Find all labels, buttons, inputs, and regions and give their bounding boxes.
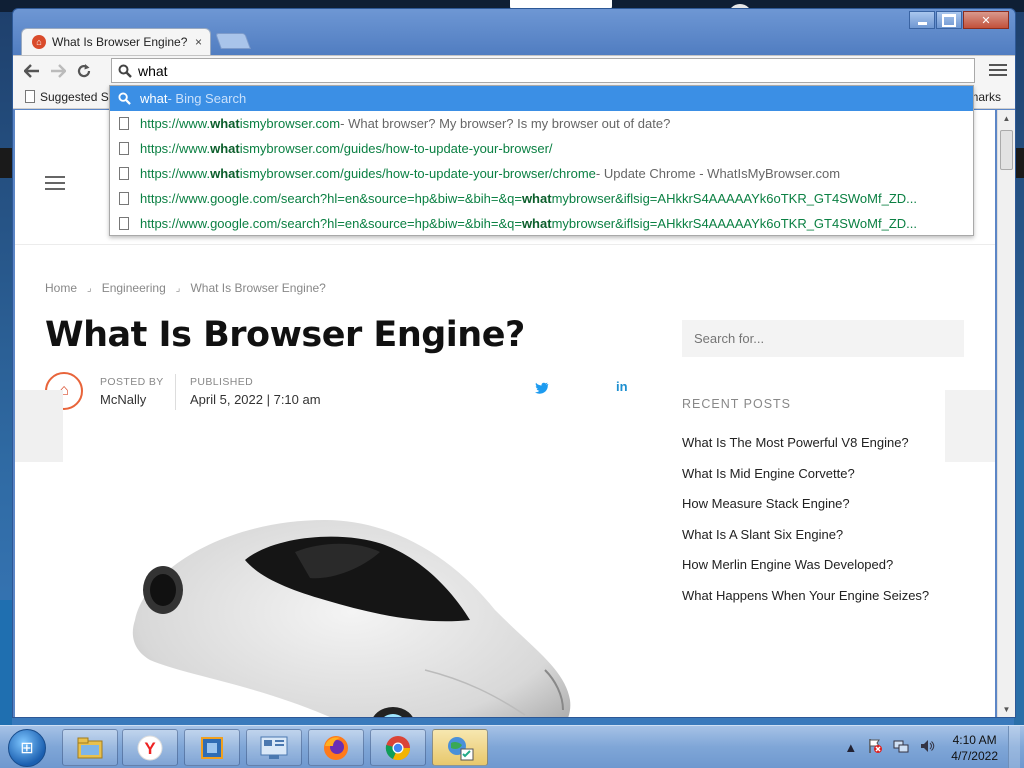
- prev-post-arrow[interactable]: [15, 390, 63, 462]
- clock-time: 4:10 AM: [952, 732, 997, 747]
- network-icon[interactable]: [893, 738, 909, 757]
- breadcrumb-separator-icon: ⌟: [175, 282, 181, 294]
- forward-arrow-icon: [51, 63, 66, 78]
- breadcrumb-engineering[interactable]: Engineering: [102, 281, 166, 295]
- action-center-flag-icon[interactable]: [867, 738, 883, 757]
- window-controls: ✕: [909, 11, 1009, 29]
- recent-posts-list: What Is The Most Powerful V8 Engine? Wha…: [682, 435, 929, 619]
- virtualbox-icon[interactable]: [184, 729, 240, 766]
- volume-icon[interactable]: [919, 738, 935, 757]
- clock-date: 4/7/2022: [951, 748, 998, 763]
- hamburger-menu-icon[interactable]: [45, 176, 65, 190]
- twitter-icon[interactable]: [535, 382, 549, 397]
- show-desktop-button[interactable]: [1008, 726, 1020, 768]
- suggestion-url: https://www.whatismybrowser.com: [140, 116, 341, 131]
- new-tab-button[interactable]: [215, 33, 251, 49]
- tab-close-icon[interactable]: ×: [195, 35, 202, 49]
- recent-post-link[interactable]: What Happens When Your Engine Seizes?: [682, 588, 929, 619]
- search-icon: [118, 64, 132, 78]
- tab-title: What Is Browser Engine? –: [52, 35, 189, 49]
- start-button[interactable]: ⊞: [8, 729, 46, 767]
- page-icon: [116, 217, 132, 230]
- omnibox[interactable]: [111, 58, 975, 83]
- reload-icon: [77, 63, 91, 77]
- page-icon: [116, 142, 132, 155]
- chrome-menu-icon[interactable]: [989, 60, 1007, 80]
- suggestion-row[interactable]: https://www.whatismybrowser.com - What b…: [110, 111, 973, 136]
- linkedin-icon[interactable]: in: [616, 379, 628, 394]
- page-scrollbar[interactable]: ▲ ▼: [997, 110, 1015, 717]
- page-icon: [116, 167, 132, 180]
- recent-post-link[interactable]: How Measure Stack Engine?: [682, 496, 929, 527]
- site-favicon-icon: ⌂: [32, 35, 46, 49]
- control-panel-icon[interactable]: [246, 729, 302, 766]
- recent-post-link[interactable]: What Is The Most Powerful V8 Engine?: [682, 435, 929, 466]
- bookmark-label: Suggested Si: [40, 89, 112, 104]
- suggestion-url: https://www.google.com/search?hl=en&sour…: [140, 216, 917, 231]
- suggestion-row[interactable]: what - Bing Search: [110, 86, 973, 111]
- svg-text:Y: Y: [144, 739, 156, 758]
- meta-divider: [175, 374, 176, 410]
- minimize-button[interactable]: [909, 11, 935, 29]
- scroll-thumb[interactable]: [1000, 130, 1013, 170]
- close-window-button[interactable]: ✕: [963, 11, 1009, 29]
- recent-posts-heading: RECENT POSTS: [682, 397, 792, 411]
- suggestion-desc: - What browser? My browser? Is my browse…: [340, 116, 671, 131]
- next-post-arrow[interactable]: [945, 390, 995, 462]
- reload-button[interactable]: [71, 58, 97, 84]
- breadcrumb: Home ⌟ Engineering ⌟ What Is Browser Eng…: [45, 281, 326, 295]
- suggestion-url: https://www.whatismybrowser.com/guides/h…: [140, 141, 553, 156]
- taskbar-clock[interactable]: 4:10 AM 4/7/2022: [951, 732, 998, 764]
- suggestion-row[interactable]: https://www.whatismybrowser.com/guides/h…: [110, 161, 973, 186]
- firefox-icon[interactable]: [308, 729, 364, 766]
- background-window-edge: [0, 148, 12, 178]
- taskbar: ⊞ Y ▲ 4:10 AM 4/7/2022: [0, 725, 1024, 768]
- bookmark-suggested-sites[interactable]: Suggested Si: [25, 90, 111, 104]
- scroll-up-icon[interactable]: ▲: [998, 110, 1015, 126]
- suggestion-desc: - Bing Search: [167, 91, 247, 106]
- suggestion-row[interactable]: https://www.whatismybrowser.com/guides/h…: [110, 136, 973, 161]
- suggestion-desc: - Update Chrome - WhatIsMyBrowser.com: [595, 166, 841, 181]
- author-name[interactable]: McNally: [100, 392, 146, 407]
- chrome-icon[interactable]: [370, 729, 426, 766]
- omnibox-input[interactable]: [138, 62, 938, 79]
- featured-car-image: [132, 520, 571, 717]
- title-bar[interactable]: ✕ ⌂ What Is Browser Engine? – ×: [13, 9, 1015, 57]
- breadcrumb-separator-icon: ⌟: [87, 282, 92, 294]
- system-tray: ▲ 4:10 AM 4/7/2022: [844, 726, 1020, 768]
- suggestion-row[interactable]: https://www.google.com/search?hl=en&sour…: [110, 211, 973, 236]
- scroll-down-icon[interactable]: ▼: [998, 701, 1015, 717]
- suggestion-url: https://www.google.com/search?hl=en&sour…: [140, 191, 917, 206]
- back-arrow-icon: [24, 63, 39, 78]
- suggestion-url: https://www.whatismybrowser.com/guides/h…: [140, 166, 596, 181]
- posted-by-label: POSTED BY: [100, 376, 164, 388]
- show-hidden-icons-icon[interactable]: ▲: [844, 740, 857, 755]
- toolbar: [13, 55, 1015, 85]
- breadcrumb-current: What Is Browser Engine?: [190, 281, 326, 295]
- recent-post-link[interactable]: What Is Mid Engine Corvette?: [682, 466, 929, 497]
- suggestion-row[interactable]: https://www.google.com/search?hl=en&sour…: [110, 186, 973, 211]
- maximize-button[interactable]: [936, 11, 962, 29]
- publish-date: April 5, 2022 | 7:10 am: [190, 392, 321, 407]
- recent-post-link[interactable]: How Merlin Engine Was Developed?: [682, 557, 929, 588]
- yandex-browser-icon[interactable]: Y: [122, 729, 178, 766]
- forward-button[interactable]: [45, 58, 71, 84]
- page-icon: [25, 90, 35, 103]
- breadcrumb-home[interactable]: Home: [45, 281, 77, 295]
- page-title: What Is Browser Engine?: [45, 315, 525, 355]
- page-icon: [116, 192, 132, 205]
- omnibox-suggestions: what - Bing Search https://www.whatismyb…: [109, 85, 974, 236]
- suggestion-query: what: [140, 91, 168, 106]
- page-icon: [116, 117, 132, 130]
- network-tool-icon[interactable]: [432, 729, 488, 766]
- recent-post-link[interactable]: What Is A Slant Six Engine?: [682, 527, 929, 558]
- back-button[interactable]: [19, 58, 45, 84]
- browser-tab[interactable]: ⌂ What Is Browser Engine? – ×: [21, 28, 211, 55]
- search-icon: [116, 92, 132, 105]
- background-window-edge-lower: [0, 600, 12, 725]
- sidebar-search-input[interactable]: [682, 320, 964, 357]
- file-explorer-icon[interactable]: [62, 729, 118, 766]
- published-label: PUBLISHED: [190, 376, 254, 388]
